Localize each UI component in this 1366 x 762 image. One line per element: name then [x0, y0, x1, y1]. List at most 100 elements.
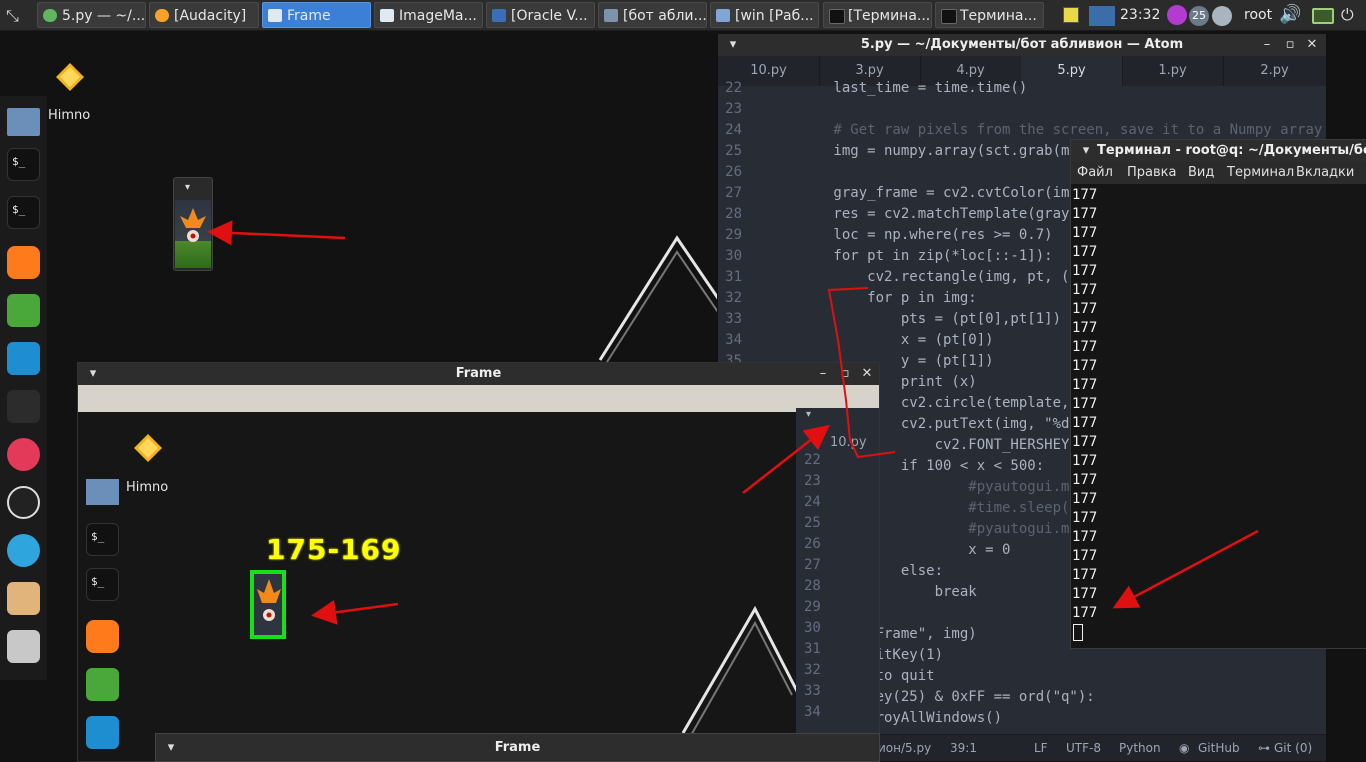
line-number: 27: [725, 185, 742, 201]
code-line[interactable]: 24 # Get raw pixels from the screen, sav…: [718, 120, 1326, 141]
notes-icon[interactable]: [1063, 7, 1079, 23]
line-number: 28: [725, 206, 742, 222]
terminal-icon[interactable]: $_: [7, 196, 40, 229]
battery-icon[interactable]: [1312, 8, 1334, 24]
task-terminal-2[interactable]: Термина...: [935, 2, 1044, 28]
line-number: 24: [804, 494, 821, 510]
task-terminal-1[interactable]: [Термина...: [823, 2, 932, 28]
code-text: img = numpy.array(sct.grab(mo: [766, 143, 1078, 159]
line-number: 29: [725, 227, 742, 243]
task-win[interactable]: [win [Раб...: [710, 2, 819, 28]
menu-edit[interactable]: Правка: [1127, 162, 1176, 184]
task-atom[interactable]: 5.py — ~/...: [37, 2, 146, 28]
minimize-icon[interactable]: –: [1258, 34, 1276, 56]
remote-desktop-icon: [716, 9, 730, 22]
update-badge[interactable]: 25: [1189, 6, 1209, 26]
line-number: 26: [725, 164, 742, 180]
status-line-ending[interactable]: LF: [1034, 735, 1048, 761]
terminal-line: 177: [1072, 301, 1098, 317]
status-cursor-position[interactable]: 39:1: [950, 735, 977, 761]
task-oracle[interactable]: [Oracle V...: [486, 2, 595, 28]
terminal-output[interactable]: 177 177 177 177 177 177 177 177 177 177 177 177 177 1…: [1071, 186, 1366, 646]
user-name[interactable]: root: [1244, 0, 1272, 30]
virtualbox-icon: [492, 9, 506, 22]
firefox-icon[interactable]: [7, 246, 40, 279]
system-monitor-icon[interactable]: [7, 342, 40, 375]
terminal-line: 177: [1072, 225, 1098, 241]
terminal-line: 177: [1072, 548, 1098, 564]
menu-terminal[interactable]: Терминал: [1227, 162, 1294, 184]
volume-icon[interactable]: 🔊: [1279, 4, 1301, 25]
dock: $_ $_: [0, 96, 47, 680]
terminal-line: 177: [1072, 339, 1098, 355]
terminal-line: 177: [1072, 377, 1098, 393]
code-line[interactable]: 22 last_time = time.time(): [718, 80, 1326, 99]
power-icon[interactable]: ⏻: [1341, 5, 1354, 25]
chevron-down-icon[interactable]: ▾: [185, 182, 190, 193]
window-menu-icon[interactable]: ▾: [1077, 140, 1095, 162]
window-menu-icon[interactable]: ▾: [724, 34, 742, 56]
maximize-icon[interactable]: ▫: [1281, 34, 1299, 56]
atom-icon: [43, 9, 57, 22]
line-number: 34: [804, 704, 821, 720]
menu-file[interactable]: Файл: [1077, 162, 1113, 184]
chevron-down-icon: ▾: [806, 409, 812, 420]
menu-icon[interactable]: ⤡: [6, 6, 19, 26]
frame2-titlebar[interactable]: Frame: [156, 734, 879, 761]
status-grammar[interactable]: Python: [1119, 735, 1161, 761]
terminal-titlebar[interactable]: Терминал - root@q: ~/Документы/бот а: [1071, 140, 1366, 162]
flickr-icon[interactable]: [7, 438, 40, 471]
keepass-icon[interactable]: [7, 294, 40, 327]
git-icon[interactable]: ⊶: [1258, 735, 1270, 761]
terminal-menubar: Файл Правка Вид Терминал Вкладки: [1071, 162, 1366, 184]
line-number: 32: [725, 290, 742, 306]
firefox-icon[interactable]: [1167, 5, 1187, 25]
task-imagemagick[interactable]: ImageMa...: [374, 2, 483, 28]
frame-window-2[interactable]: Frame ▾: [155, 733, 880, 762]
network-graph-icon[interactable]: [1089, 6, 1115, 26]
user-avatar-icon[interactable]: [1212, 6, 1232, 26]
template-window[interactable]: ▾: [173, 177, 213, 271]
line-number: 33: [725, 311, 742, 327]
terminal-line: 177: [1072, 282, 1098, 298]
atom-titlebar[interactable]: 5.py — ~/Документы/бот абливион — Atom: [718, 34, 1326, 56]
status-github[interactable]: GitHub: [1198, 735, 1240, 761]
terminal-line: 177: [1072, 320, 1098, 336]
menu-tabs[interactable]: Вкладки: [1296, 162, 1354, 184]
task-frame[interactable]: Frame: [262, 2, 371, 28]
desktop-icon-label[interactable]: Himno: [48, 108, 90, 123]
terminal-cursor: [1073, 624, 1083, 641]
github-icon[interactable]: ◉: [1179, 735, 1189, 761]
status-file[interactable]: ион/5.py: [878, 735, 931, 761]
terminal-line: 177: [1072, 263, 1098, 279]
status-git[interactable]: Git (0): [1274, 735, 1312, 761]
status-encoding[interactable]: UTF-8: [1066, 735, 1101, 761]
menu-view[interactable]: Вид: [1188, 162, 1214, 184]
task-audacity[interactable]: [Audacity]: [149, 2, 259, 28]
folder-icon[interactable]: [7, 108, 40, 136]
window-menu-icon[interactable]: ▾: [162, 734, 180, 761]
code-line[interactable]: 23: [718, 99, 1326, 120]
telegram-icon[interactable]: [7, 534, 40, 567]
line-number: 25: [804, 515, 821, 531]
line-number: 22: [804, 452, 821, 468]
terminal-window[interactable]: Терминал - root@q: ~/Документы/бот а ▾ Ф…: [1070, 139, 1366, 649]
window-icon: [380, 9, 394, 22]
game-avatar-icon[interactable]: [7, 630, 40, 663]
terminal-icon[interactable]: $_: [7, 148, 40, 181]
obs-icon[interactable]: [7, 486, 40, 519]
terminal-icon: [941, 9, 957, 24]
task-folder[interactable]: [бот абли...: [598, 2, 707, 28]
frame-window[interactable]: Frame ▾ – ▫ ✕ Himno $_ $_ 175-169 ▾ 10.p…: [77, 362, 880, 762]
archive-icon[interactable]: [7, 582, 40, 615]
diamond-icon[interactable]: [55, 62, 85, 92]
line-number: 30: [804, 620, 821, 636]
water-drop-icon[interactable]: [7, 390, 40, 423]
close-icon[interactable]: ✕: [1303, 34, 1321, 56]
clock[interactable]: 23:32: [1120, 0, 1160, 30]
line-number: 24: [725, 122, 742, 138]
line-number: 30: [725, 248, 742, 264]
background-chevron: [681, 605, 800, 738]
line-number: 26: [804, 536, 821, 552]
terminal-line: 177: [1072, 206, 1098, 222]
